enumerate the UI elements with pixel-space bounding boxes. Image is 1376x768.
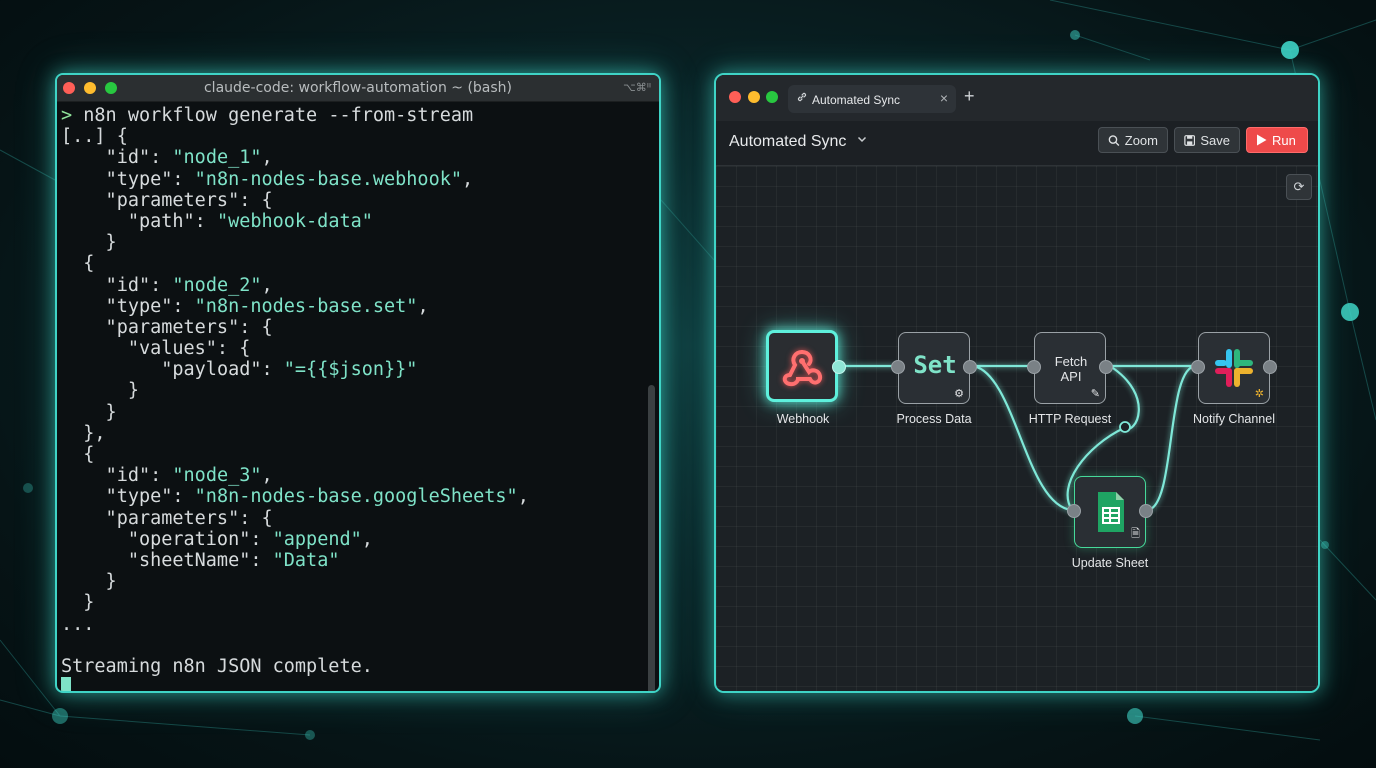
input-handle[interactable] bbox=[1067, 504, 1081, 518]
terminal-output-line: "payload": "={{$json}}" bbox=[161, 359, 418, 381]
terminal-output-line: } bbox=[61, 380, 139, 402]
zoom-button-label: Zoom bbox=[1124, 132, 1158, 148]
slack-small-icon: ✲ bbox=[1254, 388, 1264, 400]
document-icon: 🗎 bbox=[1131, 528, 1140, 540]
terminal-output-line: "type": "n8n-nodes-base.set", bbox=[105, 295, 429, 317]
terminal-output[interactable]: > n8n workflow generate --from-stream [..… bbox=[61, 105, 643, 691]
node-update-sheet[interactable]: 🗎 bbox=[1067, 476, 1153, 548]
tab-label: Automated Sync bbox=[812, 93, 901, 107]
output-handle[interactable] bbox=[1099, 360, 1113, 374]
terminal-output-line: "path": "webhook-data" bbox=[127, 210, 373, 232]
node-label-notify-channel: Notify Channel bbox=[1193, 412, 1275, 426]
zoom-button[interactable]: Zoom bbox=[1098, 127, 1168, 153]
set-icon: Set bbox=[913, 351, 957, 379]
terminal-output-line: { bbox=[61, 253, 95, 275]
terminal-output-line: } bbox=[61, 401, 117, 423]
terminal-titlebar: claude-code: workflow-automation ~ (bash… bbox=[57, 75, 659, 102]
terminal-output-line: } bbox=[61, 571, 117, 593]
node-process-data[interactable]: Set ⚙ bbox=[891, 332, 977, 404]
terminal-output-line: "values": { bbox=[61, 338, 251, 360]
tab-close-icon[interactable]: × bbox=[940, 90, 948, 106]
node-label-http-request: HTTP Request bbox=[1028, 412, 1112, 426]
terminal-output-line: "id": "node_1", bbox=[105, 147, 273, 169]
workflow-canvas[interactable]: ⟳ Webhook Set ⚙ Process Data Fetch API ✎… bbox=[716, 166, 1318, 691]
terminal-output-line: "parameters": { bbox=[61, 316, 273, 338]
terminal-prompt-line[interactable] bbox=[61, 677, 643, 691]
zoom-window-button[interactable] bbox=[766, 91, 778, 103]
terminal-output-line: "id": "node_2", bbox=[105, 274, 273, 296]
input-handle[interactable] bbox=[1191, 360, 1205, 374]
node-label-webhook: Webhook bbox=[776, 412, 830, 426]
run-button-label: Run bbox=[1272, 132, 1296, 148]
node-label-update-sheet: Update Sheet bbox=[1071, 556, 1149, 570]
workflow-header: Automated Sync Zoom Save Run bbox=[716, 121, 1318, 166]
close-window-button[interactable] bbox=[729, 91, 741, 103]
terminal-title: claude-code: workflow-automation ~ (bash… bbox=[203, 80, 512, 96]
link-icon bbox=[796, 91, 808, 106]
chevron-down-icon[interactable] bbox=[856, 132, 868, 148]
terminal-window: claude-code: workflow-automation ~ (bash… bbox=[55, 73, 661, 693]
terminal-shortcut-hint: ⌥⌘ᐦ bbox=[623, 81, 651, 94]
workflow-connections bbox=[844, 363, 1199, 512]
output-handle[interactable] bbox=[1263, 360, 1277, 374]
terminal-output-line: "sheetName": "Data" bbox=[127, 549, 340, 571]
terminal-output-line: "type": "n8n-nodes-base.googleSheets", bbox=[105, 486, 529, 508]
connection-update-sheet-to-notify-channel bbox=[1147, 364, 1197, 512]
terminal-scrollbar[interactable] bbox=[648, 385, 655, 691]
terminal-output-line: }, bbox=[61, 422, 106, 444]
fetch-api-text: Fetch API bbox=[1035, 354, 1107, 384]
node-webhook[interactable] bbox=[766, 330, 846, 402]
terminal-output-line: "parameters": { bbox=[61, 189, 273, 211]
terminal-cursor bbox=[61, 677, 71, 691]
pencil-icon: ✎ bbox=[1090, 388, 1100, 400]
gear-icon: ⚙ bbox=[954, 388, 964, 400]
terminal-output-line: "operation": "append", bbox=[127, 528, 373, 550]
play-icon bbox=[1257, 134, 1267, 146]
browser-tabbar: Automated Sync × + bbox=[716, 75, 1318, 121]
fetch-text-line-1: Fetch bbox=[1054, 354, 1088, 369]
node-notify-channel[interactable]: ✲ bbox=[1191, 332, 1277, 404]
fetch-text-line-2: API bbox=[1060, 369, 1082, 384]
node-http-request[interactable]: Fetch API ✎ bbox=[1027, 332, 1113, 404]
input-handle[interactable] bbox=[1027, 360, 1041, 374]
run-button[interactable]: Run bbox=[1246, 127, 1308, 153]
workflow-name[interactable]: Automated Sync bbox=[729, 133, 846, 151]
search-icon bbox=[1108, 134, 1120, 146]
terminal-output-line: Streaming n8n JSON complete. bbox=[61, 655, 373, 677]
terminal-output-line: ... bbox=[61, 613, 95, 635]
terminal-command-line: > n8n workflow generate --from-stream bbox=[61, 105, 474, 126]
node-label-process-data: Process Data bbox=[896, 412, 972, 426]
new-tab-button[interactable]: + bbox=[964, 86, 975, 107]
output-handle[interactable] bbox=[1139, 504, 1153, 518]
minimize-window-button[interactable] bbox=[748, 91, 760, 103]
terminal-output-line: { bbox=[61, 444, 95, 465]
terminal-output-line: [..] { bbox=[61, 126, 128, 148]
terminal-output-line: "type": "n8n-nodes-base.webhook", bbox=[105, 168, 474, 190]
save-button-label: Save bbox=[1200, 132, 1230, 148]
input-handle[interactable] bbox=[891, 360, 905, 374]
terminal-output-line: } bbox=[61, 232, 117, 254]
terminal-output-line: } bbox=[61, 592, 95, 614]
save-icon bbox=[1184, 134, 1196, 146]
terminal-output-line: "parameters": { bbox=[61, 507, 273, 529]
save-button[interactable]: Save bbox=[1174, 127, 1240, 153]
output-handle[interactable] bbox=[832, 360, 846, 374]
output-handle[interactable] bbox=[963, 360, 977, 374]
terminal-output-line: "id": "node_3", bbox=[105, 465, 273, 487]
n8n-editor-window: Automated Sync × + Automated Sync Zoom S… bbox=[714, 73, 1320, 693]
tab-automated-sync[interactable]: Automated Sync × bbox=[788, 85, 956, 113]
webhook-icon bbox=[782, 350, 823, 387]
